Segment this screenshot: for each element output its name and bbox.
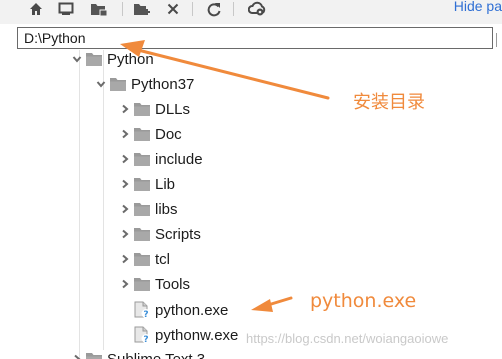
install-dir-annotation: 安装目录 — [353, 92, 425, 113]
tree-row-label: python.exe — [155, 301, 229, 319]
monitor-icon[interactable] — [55, 0, 77, 18]
tree-row-spacer — [117, 298, 133, 322]
folder-icon — [133, 197, 153, 221]
tree-row-lib[interactable]: Lib — [117, 172, 175, 196]
tree-row-label: Doc — [155, 125, 182, 143]
folder-icon — [133, 222, 153, 246]
tree-row-label: pythonw.exe — [155, 326, 239, 344]
folder-icon — [109, 72, 129, 96]
tree-row-pythonw-exe[interactable]: ? pythonw.exe — [117, 323, 238, 347]
toolbar-separator — [192, 2, 193, 16]
toolbar: Hide pa — [0, 0, 502, 24]
folder-icon — [133, 147, 153, 171]
python-exe-annotation: python.exe — [310, 290, 417, 312]
unknown-file-icon: ? — [133, 298, 153, 322]
tree-row-include[interactable]: include — [117, 147, 203, 171]
tree-row-sublime-text-3[interactable]: Sublime Text 3 — [69, 347, 205, 359]
tree-row-label: Sublime Text 3 — [107, 350, 206, 359]
tree-row-dlls[interactable]: DLLs — [117, 97, 190, 121]
tree-row-label: Python37 — [131, 75, 195, 93]
tree-row-label: DLLs — [155, 100, 191, 118]
collapse-arrow-icon[interactable] — [69, 347, 85, 359]
tree-guide — [79, 50, 80, 359]
refresh-icon[interactable] — [203, 0, 225, 18]
tree-row-label: tcl — [155, 250, 170, 268]
toolbar-separator — [122, 2, 123, 16]
hide-path-link[interactable]: Hide pa — [454, 0, 502, 14]
svg-text:?: ? — [143, 310, 148, 319]
home-icon[interactable] — [25, 0, 47, 18]
project-folder-icon[interactable] — [88, 0, 110, 18]
tree-row-python37[interactable]: Python37 — [93, 72, 194, 96]
collapse-arrow-icon[interactable] — [117, 172, 133, 196]
tree-row-label: Python — [107, 50, 154, 68]
collapse-arrow-icon[interactable] — [117, 247, 133, 271]
expand-arrow-icon[interactable] — [69, 50, 85, 71]
tree-row-label: include — [155, 150, 203, 168]
collapse-arrow-icon[interactable] — [117, 97, 133, 121]
folder-icon — [133, 247, 153, 271]
folder-icon — [133, 272, 153, 296]
collapse-arrow-icon[interactable] — [117, 222, 133, 246]
path-field[interactable] — [17, 27, 493, 49]
tree-row-label: libs — [155, 200, 178, 218]
path-field-edge — [496, 33, 502, 47]
collapse-arrow-icon[interactable] — [117, 197, 133, 221]
tree-row-python[interactable]: Python — [69, 50, 154, 71]
toolbar-separator — [233, 2, 234, 16]
folder-icon — [85, 347, 105, 359]
folder-icon — [133, 122, 153, 146]
new-folder-icon[interactable] — [131, 0, 153, 18]
unknown-file-icon: ? — [133, 323, 153, 347]
tree-row-doc[interactable]: Doc — [117, 122, 182, 146]
file-tree: Python Python37 DLLs Doc include Lib lib… — [0, 50, 502, 359]
cloud-icon[interactable] — [246, 0, 268, 18]
tree-row-spacer — [117, 323, 133, 347]
watermark: https://blog.csdn.net/woiangaoiowe — [246, 331, 449, 346]
folder-icon — [133, 172, 153, 196]
folder-icon — [85, 50, 105, 71]
tree-row-label: Tools — [155, 275, 191, 293]
tree-row-python-exe[interactable]: ? python.exe — [117, 298, 228, 322]
svg-text:?: ? — [143, 335, 148, 344]
collapse-arrow-icon[interactable] — [117, 147, 133, 171]
tree-row-label: Scripts — [155, 225, 201, 243]
tree-row-scripts[interactable]: Scripts — [117, 222, 201, 246]
folder-icon — [133, 97, 153, 121]
tree-row-libs[interactable]: libs — [117, 197, 178, 221]
tree-row-tcl[interactable]: tcl — [117, 247, 170, 271]
expand-arrow-icon[interactable] — [93, 72, 109, 96]
collapse-arrow-icon[interactable] — [117, 122, 133, 146]
tree-row-label: Lib — [155, 175, 176, 193]
path-input[interactable] — [18, 28, 492, 48]
collapse-arrow-icon[interactable] — [117, 272, 133, 296]
tree-row-tools[interactable]: Tools — [117, 272, 190, 296]
delete-icon[interactable] — [162, 0, 184, 18]
